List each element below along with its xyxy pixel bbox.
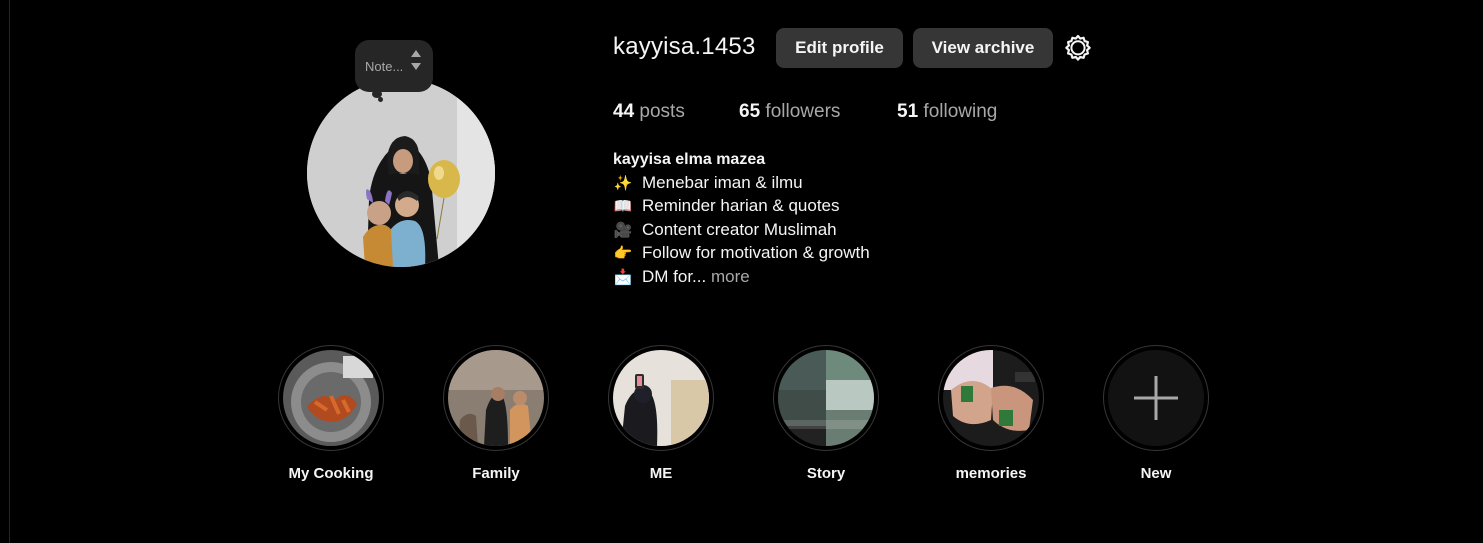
highlight-ring bbox=[773, 345, 879, 451]
note-scroll-arrows[interactable] bbox=[411, 50, 421, 70]
following-link[interactable]: 51 following bbox=[897, 101, 997, 123]
note-bubble[interactable]: Note... bbox=[355, 40, 433, 92]
highlight-label: Family bbox=[472, 465, 520, 482]
highlight-story[interactable]: Story bbox=[772, 345, 880, 482]
new-highlight-button[interactable]: New bbox=[1102, 345, 1210, 482]
pointing-hand-icon: 👉 bbox=[613, 245, 633, 262]
posts-label: posts bbox=[639, 101, 685, 122]
more-link[interactable]: more bbox=[711, 267, 750, 286]
full-name: kayyisa elma mazea bbox=[613, 151, 766, 168]
sidebar-divider bbox=[9, 0, 10, 543]
bio-section: kayyisa elma mazea ✨ Menebar iman & ilmu … bbox=[613, 149, 870, 289]
note-placeholder: Note... bbox=[365, 58, 404, 74]
highlight-ring bbox=[1103, 345, 1209, 451]
username: kayyisa.1453 bbox=[613, 33, 756, 60]
view-archive-button[interactable]: View archive bbox=[913, 28, 1053, 68]
edit-profile-button[interactable]: Edit profile bbox=[776, 28, 903, 68]
profile-page: Note... kayyisa.1453 Edit profile View a… bbox=[0, 0, 1483, 543]
highlight-me[interactable]: ME bbox=[607, 345, 715, 482]
bio-line-text: Reminder harian & quotes bbox=[642, 196, 840, 215]
following-count: 51 bbox=[897, 101, 919, 122]
plus-icon bbox=[1134, 376, 1178, 420]
bio-line: 📩 DM for... more bbox=[613, 266, 870, 290]
highlight-ring bbox=[443, 345, 549, 451]
followers-count: 65 bbox=[739, 101, 761, 122]
bio-line: 📖 Reminder harian & quotes bbox=[613, 195, 870, 219]
bio-line-text: DM for... bbox=[642, 266, 707, 286]
highlight-label: ME bbox=[649, 465, 673, 482]
profile-avatar[interactable] bbox=[307, 79, 495, 267]
camera-icon: 🎥 bbox=[613, 221, 633, 239]
highlight-ring bbox=[278, 345, 384, 451]
arrow-down-icon[interactable] bbox=[411, 63, 421, 70]
sparkles-icon: ✨ bbox=[613, 174, 633, 192]
new-highlight-cover bbox=[1108, 350, 1204, 446]
followers-link[interactable]: 65 followers bbox=[739, 101, 840, 123]
highlight-cover bbox=[943, 350, 1039, 446]
highlight-label: Story bbox=[806, 465, 846, 482]
highlight-cover bbox=[448, 350, 544, 446]
bio-line-text: Follow for motivation & growth bbox=[642, 243, 870, 262]
highlight-cover bbox=[613, 350, 709, 446]
highlight-my-cooking[interactable]: My Cooking bbox=[277, 345, 385, 482]
book-icon: 📖 bbox=[613, 198, 633, 215]
posts-count: 44 bbox=[613, 101, 635, 122]
bio-line-text: Content creator Muslimah bbox=[642, 219, 837, 239]
gear-icon[interactable] bbox=[1064, 34, 1092, 62]
arrow-up-icon[interactable] bbox=[411, 50, 421, 57]
inbox-icon: 📩 bbox=[613, 268, 633, 286]
highlight-cover bbox=[778, 350, 874, 446]
highlight-memories[interactable]: memories bbox=[937, 345, 1045, 482]
bio-line: 🎥 Content creator Muslimah bbox=[613, 219, 870, 243]
posts-stat: 44 posts bbox=[613, 101, 685, 123]
highlight-family[interactable]: Family bbox=[442, 345, 550, 482]
followers-label: followers bbox=[765, 101, 841, 122]
highlight-label: My Cooking bbox=[288, 465, 374, 482]
highlight-ring bbox=[938, 345, 1044, 451]
highlight-label: New bbox=[1140, 465, 1172, 482]
highlight-cover bbox=[283, 350, 379, 446]
bio-line: ✨ Menebar iman & ilmu bbox=[613, 172, 870, 196]
highlight-ring bbox=[608, 345, 714, 451]
note-tail-dot bbox=[378, 97, 383, 102]
bio-line-text: Menebar iman & ilmu bbox=[642, 172, 803, 192]
highlight-label: memories bbox=[955, 465, 1027, 482]
bio-line: 👉 Follow for motivation & growth bbox=[613, 242, 870, 266]
following-label: following bbox=[923, 101, 998, 122]
